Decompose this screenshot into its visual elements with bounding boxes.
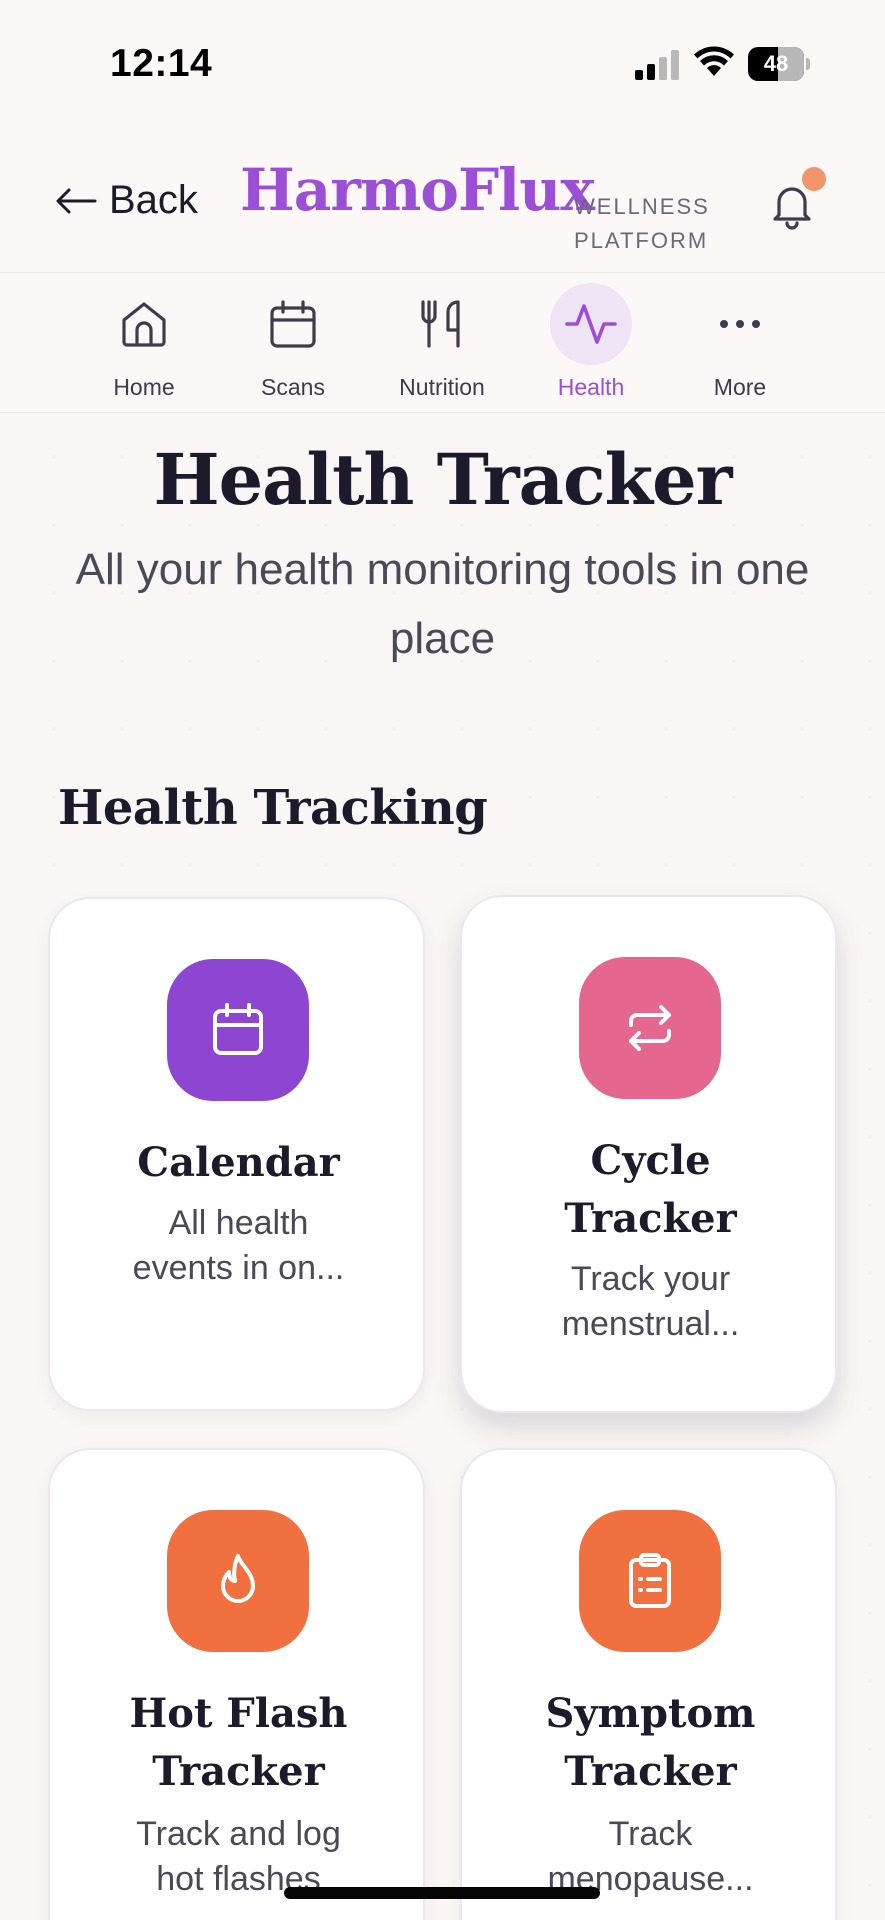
card-title-line-2: Tracker	[564, 1748, 737, 1795]
clipboard-list-icon	[629, 1553, 671, 1608]
page-subtitle: All your health monitoring tools in one …	[75, 545, 810, 663]
back-label: Back	[109, 178, 198, 222]
home-indicator	[284, 1887, 600, 1899]
more-icon	[720, 320, 760, 328]
nav-label-nutrition: Nutrition	[399, 374, 485, 400]
status-bar: 12:14 48	[0, 0, 885, 130]
nav-label-more: More	[713, 374, 767, 400]
activity-icon	[565, 304, 617, 344]
flame-icon	[221, 1554, 255, 1603]
nav-item-nutrition[interactable]: Nutrition	[372, 274, 512, 413]
card-title: Symptom Tracker	[482, 1685, 819, 1801]
card-description-line-2: events in on...	[132, 1249, 345, 1287]
brand-logo: HarmoFlux	[240, 156, 595, 224]
battery-level: 48	[763, 51, 789, 76]
nav-item-scans[interactable]: Scans	[223, 274, 363, 413]
nav-label-home: Home	[113, 374, 175, 400]
tagline-line-1: WELLNESS	[574, 194, 710, 219]
card-title-line-1: Symptom	[545, 1690, 756, 1737]
card-title: Calendar	[137, 1139, 340, 1186]
nav-item-health[interactable]: Health	[521, 274, 661, 413]
card-description-line-1: All health	[168, 1204, 309, 1242]
hot-flash-tracker-card[interactable]: Hot Flash Tracker Track and log hot flas…	[48, 1448, 425, 1920]
back-button[interactable]: Back	[55, 178, 198, 223]
utensils-icon	[421, 300, 460, 348]
card-title: Hot Flash Tracker	[70, 1685, 407, 1801]
section-title: Health Tracking	[58, 780, 488, 836]
home-icon	[122, 302, 166, 347]
card-description-line-1: Track	[608, 1815, 693, 1853]
card-title: Cycle Tracker	[482, 1132, 819, 1248]
nav-label-scans: Scans	[261, 374, 325, 400]
card-title-line-1: Cycle	[590, 1137, 711, 1184]
card-description-line-1: Track your	[570, 1260, 731, 1298]
page-title: Health Tracker	[153, 438, 733, 521]
repeat-icon	[629, 1005, 671, 1051]
calendar-icon	[213, 1003, 263, 1055]
symptom-tracker-card[interactable]: Symptom Tracker Track menopause...	[460, 1448, 837, 1920]
calendar-card[interactable]: Calendar All health events in on...	[48, 897, 425, 1411]
wifi-icon	[694, 46, 734, 76]
hot-flash-icon-tile	[167, 1510, 309, 1652]
cycle-icon-tile	[579, 957, 721, 1099]
card-description: Track your menstrual...	[502, 1257, 799, 1347]
calendar-icon-tile	[167, 959, 309, 1101]
card-description: All health events in on...	[90, 1201, 387, 1291]
active-indicator	[550, 283, 632, 365]
app-header: Back HarmoFlux WELLNESS PLATFORM	[0, 130, 885, 273]
card-title-line-1: Hot Flash	[129, 1690, 348, 1737]
calendar-icon	[270, 300, 316, 348]
tagline-line-2: PLATFORM	[574, 228, 709, 253]
main-nav: Home Scans Nutrition Health More	[0, 274, 885, 413]
nav-item-more[interactable]: More	[670, 274, 810, 413]
card-description-line-2: menstrual...	[561, 1305, 740, 1343]
nav-label-health: Health	[557, 374, 625, 400]
battery-indicator: 48	[748, 47, 810, 81]
arrow-left-icon	[56, 188, 97, 213]
nav-item-home[interactable]: Home	[74, 274, 214, 413]
card-description-line-1: Track and log	[136, 1815, 341, 1853]
status-time: 12:14	[110, 42, 213, 85]
card-title-line-2: Tracker	[564, 1195, 737, 1242]
cycle-tracker-card[interactable]: Cycle Tracker Track your menstrual...	[460, 895, 837, 1413]
card-title-line-2: Tracker	[152, 1748, 325, 1795]
cellular-signal-icon	[635, 50, 679, 80]
symptom-icon-tile	[579, 1510, 721, 1652]
notification-badge	[802, 167, 826, 191]
brand-tagline: WELLNESS PLATFORM	[574, 190, 710, 258]
